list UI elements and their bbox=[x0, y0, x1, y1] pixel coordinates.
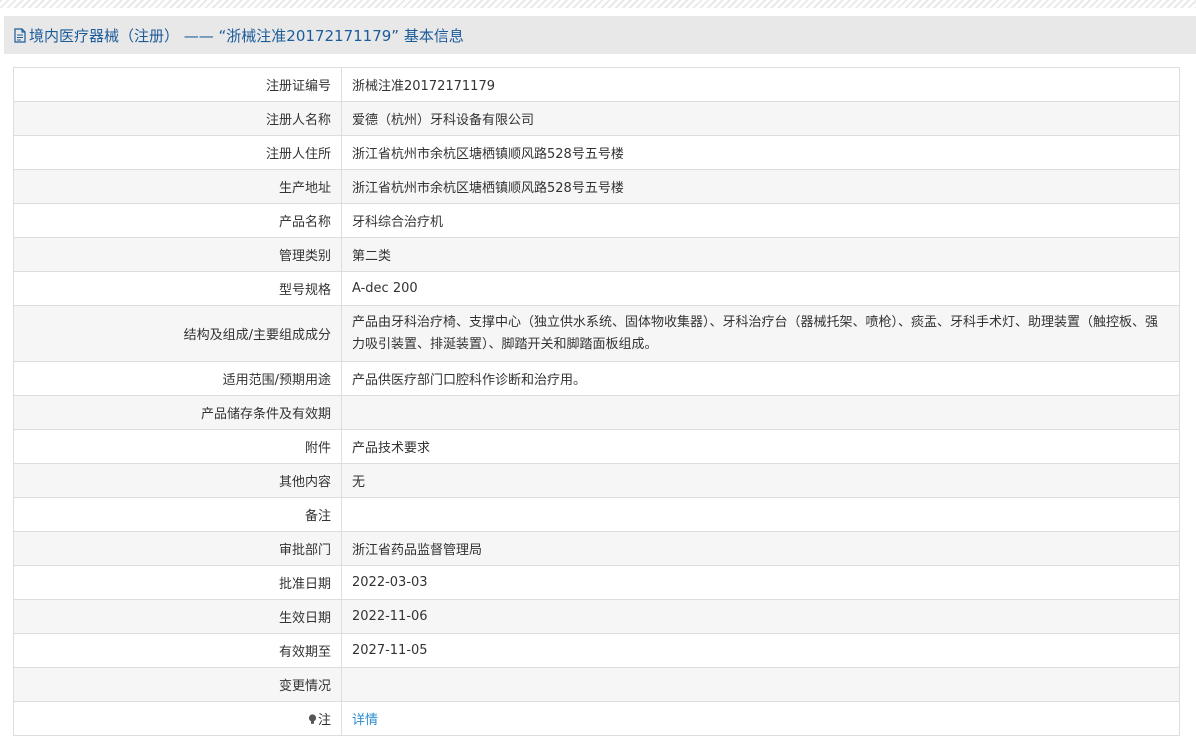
table-row: 产品名称 牙科综合治疗机 bbox=[13, 203, 1180, 238]
table-row: 备注 bbox=[13, 497, 1180, 532]
table-row: 有效期至 2027-11-05 bbox=[13, 633, 1180, 668]
field-value: 浙江省药品监督管理局 bbox=[341, 531, 1180, 566]
field-value: 牙科综合治疗机 bbox=[341, 203, 1180, 238]
table-row: 注册证编号 浙械注准20172171179 bbox=[13, 67, 1180, 102]
table-row: 附件 产品技术要求 bbox=[13, 429, 1180, 464]
field-label: 注册人住所 bbox=[13, 135, 342, 170]
field-value: 浙江省杭州市余杭区塘栖镇顺风路528号五号楼 bbox=[341, 135, 1180, 170]
top-decorative-stripe bbox=[0, 0, 1196, 8]
field-value: 无 bbox=[341, 463, 1180, 498]
field-label: 有效期至 bbox=[13, 633, 342, 668]
table-row: 注册人名称 爱德（杭州）牙科设备有限公司 bbox=[13, 101, 1180, 136]
field-value: 2027-11-05 bbox=[341, 633, 1180, 668]
field-value: 浙械注准20172171179 bbox=[341, 67, 1180, 102]
table-row: 审批部门 浙江省药品监督管理局 bbox=[13, 531, 1180, 566]
field-label: 审批部门 bbox=[13, 531, 342, 566]
field-value bbox=[341, 497, 1180, 532]
document-icon bbox=[14, 27, 26, 43]
table-row: 批准日期 2022-03-03 bbox=[13, 565, 1180, 600]
table-row: 生效日期 2022-11-06 bbox=[13, 599, 1180, 634]
field-value: 2022-11-06 bbox=[341, 599, 1180, 634]
page-title: 境内医疗器械（注册） —— “浙械注准20172171179” 基本信息 bbox=[29, 26, 464, 45]
table-row: 型号规格 A-dec 200 bbox=[13, 271, 1180, 306]
table-row: 产品储存条件及有效期 bbox=[13, 395, 1180, 430]
field-label: 注册证编号 bbox=[13, 67, 342, 102]
table-row: 其他内容 无 bbox=[13, 463, 1180, 498]
field-value: 第二类 bbox=[341, 237, 1180, 272]
field-label: 注册人名称 bbox=[13, 101, 342, 136]
note-label-cell: 注 bbox=[13, 701, 342, 736]
field-label: 适用范围/预期用途 bbox=[13, 361, 342, 396]
field-label: 结构及组成/主要组成成分 bbox=[13, 305, 342, 362]
field-value: 浙江省杭州市余杭区塘栖镇顺风路528号五号楼 bbox=[341, 169, 1180, 204]
table-row: 变更情况 bbox=[13, 667, 1180, 702]
field-value: 2022-03-03 bbox=[341, 565, 1180, 600]
field-label: 产品储存条件及有效期 bbox=[13, 395, 342, 430]
field-label: 附件 bbox=[13, 429, 342, 464]
field-value-text: 产品由牙科治疗椅、支撑中心（独立供水系统、固体物收集器）、牙科治疗台（器械托架、… bbox=[352, 314, 1159, 352]
field-value bbox=[341, 667, 1180, 702]
table-row: 生产地址 浙江省杭州市余杭区塘栖镇顺风路528号五号楼 bbox=[13, 169, 1180, 204]
table-row: 注册人住所 浙江省杭州市余杭区塘栖镇顺风路528号五号楼 bbox=[13, 135, 1180, 170]
field-label: 其他内容 bbox=[13, 463, 342, 498]
field-label: 生效日期 bbox=[13, 599, 342, 634]
table-row: 管理类别 第二类 bbox=[13, 237, 1180, 272]
field-value: 产品供医疗部门口腔科作诊断和治疗用。 bbox=[341, 361, 1180, 396]
field-label: 生产地址 bbox=[13, 169, 342, 204]
field-value: A-dec 200 bbox=[341, 271, 1180, 306]
field-label: 管理类别 bbox=[13, 237, 342, 272]
note-label: 注 bbox=[317, 713, 331, 728]
field-label: 产品名称 bbox=[13, 203, 342, 238]
table-row: 适用范围/预期用途 产品供医疗部门口腔科作诊断和治疗用。 bbox=[13, 361, 1180, 396]
field-label: 型号规格 bbox=[13, 271, 342, 306]
basic-info-table-container: 注册证编号 浙械注准20172171179 注册人名称 爱德（杭州）牙科设备有限… bbox=[13, 67, 1180, 736]
field-label: 变更情况 bbox=[13, 667, 342, 702]
field-value bbox=[341, 395, 1180, 430]
field-label: 批准日期 bbox=[13, 565, 342, 600]
field-value: 爱德（杭州）牙科设备有限公司 bbox=[341, 101, 1180, 136]
basic-info-table: 注册证编号 浙械注准20172171179 注册人名称 爱德（杭州）牙科设备有限… bbox=[13, 67, 1180, 736]
table-row: 结构及组成/主要组成成分 产品由牙科治疗椅、支撑中心（独立供水系统、固体物收集器… bbox=[13, 305, 1180, 362]
page-header: 境内医疗器械（注册） —— “浙械注准20172171179” 基本信息 bbox=[4, 16, 1196, 54]
note-row: 注 详情 bbox=[13, 701, 1180, 736]
field-label: 备注 bbox=[13, 497, 342, 532]
field-value: 产品由牙科治疗椅、支撑中心（独立供水系统、固体物收集器）、牙科治疗台（器械托架、… bbox=[341, 305, 1180, 362]
field-value: 产品技术要求 bbox=[341, 429, 1180, 464]
note-value: 详情 bbox=[341, 701, 1180, 736]
lightbulb-icon bbox=[308, 714, 317, 724]
details-link[interactable]: 详情 bbox=[352, 713, 378, 728]
